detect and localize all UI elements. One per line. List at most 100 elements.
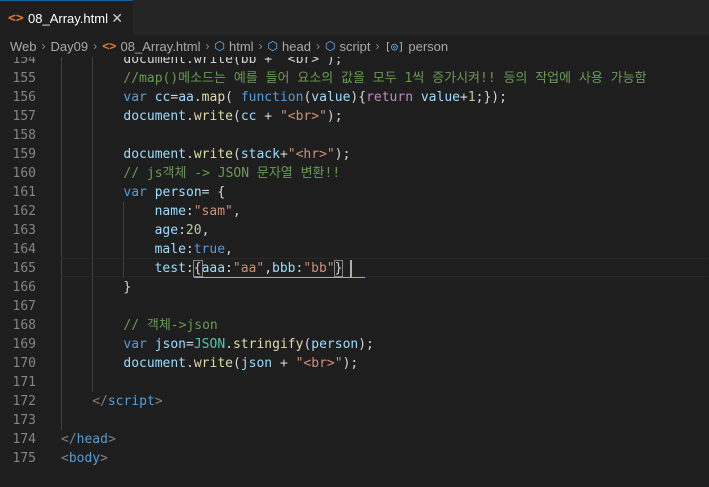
breadcrumb-label: Day09 bbox=[50, 38, 89, 54]
indent-guide bbox=[61, 57, 62, 69]
code-text: name:"sam", bbox=[154, 204, 241, 219]
chevron-right-icon: › bbox=[41, 39, 46, 53]
indent-guide bbox=[61, 240, 62, 259]
indent-guide bbox=[92, 145, 94, 164]
breadcrumb-item-day09[interactable]: Day09 bbox=[51, 39, 89, 54]
indent-guide bbox=[123, 221, 125, 240]
line-number: 156 bbox=[12, 90, 36, 105]
breadcrumb-item-person[interactable]: [◎] person bbox=[385, 39, 449, 54]
code-text: age:20, bbox=[154, 223, 210, 238]
close-icon[interactable]: ✕ bbox=[111, 10, 123, 27]
html-file-icon: <> bbox=[8, 10, 24, 26]
tab-label: 08_Array.html bbox=[28, 10, 108, 26]
chevron-right-icon: › bbox=[315, 39, 320, 53]
code-line[interactable]: 171 bbox=[0, 373, 709, 392]
code-line[interactable]: 157 document.write(cc + "<br>"); bbox=[0, 107, 709, 126]
code-editor[interactable]: 154 document.write(bb + "<br>"); 155 //map(… bbox=[0, 57, 709, 487]
code-line[interactable]: 158 bbox=[0, 126, 709, 145]
code-line[interactable]: 175 <body> bbox=[0, 449, 709, 468]
breadcrumb-item-08-array-html[interactable]: <> 08_Array.html bbox=[102, 39, 200, 54]
line-number: 163 bbox=[12, 223, 36, 238]
line-number: 175 bbox=[12, 451, 36, 466]
code-line[interactable]: 155 //map()메소드는 예를 들어 요소의 값을 모두 1씩 증가시켜!!… bbox=[0, 69, 709, 88]
code-line[interactable]: 168 // 객체->json bbox=[0, 316, 709, 335]
tab-08-array-html[interactable]: <> 08_Array.html ✕ bbox=[0, 0, 133, 35]
code-line[interactable]: 161 var person= { bbox=[0, 183, 709, 202]
code-text: // 객체->json bbox=[123, 318, 218, 333]
chevron-right-icon: › bbox=[93, 39, 98, 53]
indent-guide bbox=[92, 316, 94, 335]
breadcrumb-label: head bbox=[282, 38, 311, 54]
indent-guide bbox=[61, 107, 62, 126]
line-number: 162 bbox=[12, 204, 36, 219]
code-text: // js객체 -> JSON 문자열 변환!! bbox=[123, 166, 341, 181]
code-text: document.write(bb + "<br>"); bbox=[123, 57, 343, 67]
line-number: 166 bbox=[12, 280, 36, 295]
code-text: var cc=aa.map( function(value){return va… bbox=[123, 90, 507, 105]
indent-guide bbox=[61, 354, 62, 373]
indent-guide bbox=[61, 392, 62, 411]
indent-guide bbox=[61, 164, 62, 183]
indent-guide bbox=[92, 297, 94, 316]
indent-guide bbox=[61, 221, 62, 240]
indent-guide bbox=[92, 88, 94, 107]
indent-guide bbox=[92, 126, 94, 145]
cube-icon: ⬡ bbox=[324, 39, 336, 53]
code-line[interactable]: 165 test:{aaa:"aa",bbb:"bb"} bbox=[0, 258, 709, 278]
code-line[interactable]: 166} bbox=[0, 278, 709, 297]
indent-guide bbox=[123, 202, 125, 221]
indent-guide bbox=[92, 107, 94, 126]
indent-guide bbox=[61, 126, 62, 145]
breadcrumb-item-html[interactable]: ⬡ html bbox=[215, 39, 254, 54]
line-number: 159 bbox=[12, 147, 36, 162]
line-number: 165 bbox=[12, 261, 36, 276]
breadcrumb-label: 08_Array.html bbox=[120, 38, 201, 54]
code-line[interactable]: 154 document.write(bb + "<br>"); bbox=[0, 57, 709, 69]
code-text: male:true, bbox=[154, 242, 233, 257]
code-line[interactable]: 174 </head> bbox=[0, 430, 709, 449]
chevron-right-icon: › bbox=[375, 39, 380, 53]
indent-guide bbox=[61, 297, 62, 316]
code-line[interactable]: 159 document.write(stack+"<hr>"); bbox=[0, 145, 709, 164]
code-line[interactable]: 172 </script> bbox=[0, 392, 709, 411]
line-number: 154 bbox=[12, 57, 36, 67]
code-line[interactable]: 163 age:20, bbox=[0, 221, 709, 240]
indent-guide bbox=[61, 411, 62, 430]
code-text: document.write(cc + "<br>"); bbox=[123, 109, 343, 124]
code-line[interactable]: 164 male:true, bbox=[0, 240, 709, 259]
indent-guide bbox=[61, 202, 62, 221]
breadcrumb-item-head[interactable]: ⬡ head bbox=[268, 39, 311, 54]
tab-bar: <> 08_Array.html ✕ bbox=[0, 0, 709, 35]
code-line[interactable]: 156 var cc=aa.map( function(value){return… bbox=[0, 88, 709, 107]
indent-guide bbox=[92, 278, 94, 297]
line-number: 172 bbox=[12, 394, 36, 409]
indent-guide bbox=[61, 69, 62, 88]
indent-guide bbox=[61, 145, 62, 164]
indent-guide bbox=[92, 221, 94, 240]
breadcrumb-item-script[interactable]: ⬡ script bbox=[325, 39, 371, 54]
breadcrumb-item-web[interactable]: Web bbox=[10, 39, 37, 54]
breadcrumb-label: Web bbox=[10, 38, 37, 54]
indent-guide bbox=[92, 335, 94, 354]
line-number: 169 bbox=[12, 337, 36, 352]
code-line[interactable]: 167 bbox=[0, 297, 709, 316]
indent-guide bbox=[61, 183, 62, 202]
chevron-right-icon: › bbox=[258, 39, 263, 53]
code-text: </head> bbox=[61, 432, 116, 447]
indent-guide bbox=[92, 373, 94, 392]
code-line[interactable]: 160 // js객체 -> JSON 문자열 변환!! bbox=[0, 164, 709, 183]
code-text: </script> bbox=[92, 394, 163, 409]
indent-guide bbox=[123, 240, 125, 259]
code-text: document.write(stack+"<hr>"); bbox=[123, 147, 351, 162]
code-line[interactable]: 162 name:"sam", bbox=[0, 202, 709, 221]
code-line[interactable]: 173 bbox=[0, 411, 709, 430]
code-text: var person= { bbox=[123, 185, 226, 200]
indent-guide bbox=[92, 183, 94, 202]
indent-guide bbox=[61, 335, 62, 354]
line-number: 157 bbox=[12, 109, 36, 124]
line-number: 173 bbox=[12, 413, 36, 428]
indent-guide bbox=[92, 202, 94, 221]
code-line[interactable]: 169 var json=JSON.stringify(person); bbox=[0, 335, 709, 354]
code-text: } bbox=[123, 280, 132, 295]
code-line[interactable]: 170 document.write(json + "<br>"); bbox=[0, 354, 709, 373]
